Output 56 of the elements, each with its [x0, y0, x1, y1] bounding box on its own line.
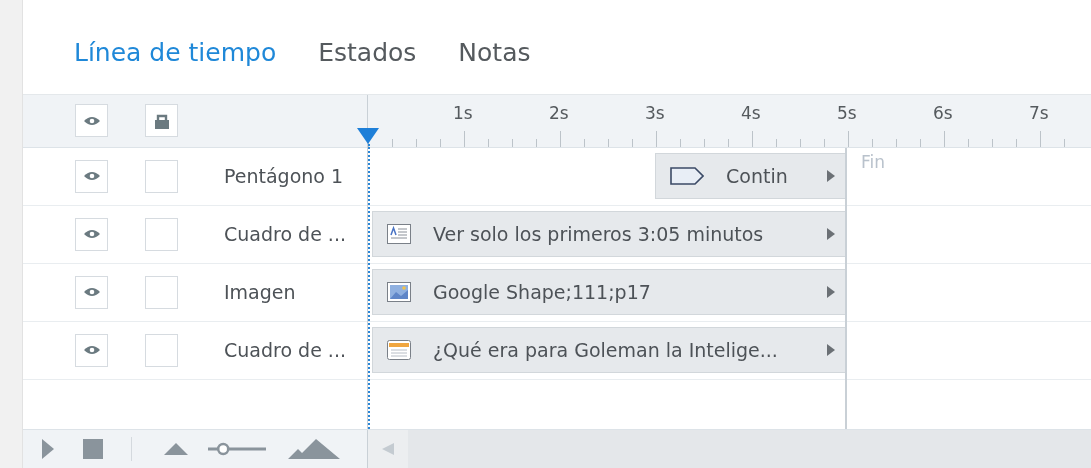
- expand-arrow-icon[interactable]: [827, 286, 835, 299]
- slider-thumb[interactable]: [216, 442, 230, 456]
- visibility-toggle[interactable]: [75, 333, 108, 367]
- playhead-marker[interactable]: [357, 127, 379, 144]
- left-arrow-icon: [382, 443, 394, 456]
- layer-name[interactable]: Imagen: [224, 281, 296, 304]
- end-label: Fin: [861, 151, 886, 172]
- layer-name[interactable]: Pentágono 1: [224, 165, 344, 188]
- eye-icon: [82, 344, 101, 357]
- stop-icon[interactable]: [83, 439, 103, 460]
- ruler-label: 2s: [549, 102, 569, 123]
- visibility-toggle[interactable]: [75, 159, 108, 193]
- visibility-toggle[interactable]: [75, 104, 108, 138]
- text-box-icon: [387, 224, 411, 245]
- timeline-bar[interactable]: Contin: [655, 153, 846, 200]
- lock-checkbox[interactable]: [145, 275, 178, 309]
- lock-checkbox[interactable]: [145, 159, 178, 193]
- tab[interactable]: Estados: [307, 38, 428, 68]
- time-ruler[interactable]: 1s 2s 3s 4s 5s 6s 7s: [368, 94, 1091, 148]
- timeline-bar[interactable]: Ver solo los primeros 3:05 minutos: [372, 211, 846, 258]
- ruler-label: 7s: [1029, 102, 1049, 123]
- lock-checkbox[interactable]: [145, 217, 178, 251]
- ruler-label: 1s: [453, 102, 473, 123]
- ruler-label: 4s: [741, 102, 761, 123]
- eye-icon: [82, 286, 101, 299]
- expand-arrow-icon[interactable]: [827, 344, 835, 357]
- tab[interactable]: Notas: [447, 38, 542, 68]
- ruler-label: 6s: [933, 102, 953, 123]
- zoom-in-icon[interactable]: [288, 439, 340, 460]
- ruler-label: 3s: [645, 102, 665, 123]
- timeline-bar[interactable]: Google Shape;111;p17: [372, 269, 846, 316]
- eye-icon: [82, 170, 101, 183]
- visibility-toggle[interactable]: [75, 217, 108, 251]
- layer-name[interactable]: Cuadro de ...: [224, 339, 346, 362]
- play-icon[interactable]: [42, 439, 54, 460]
- bar-label: Ver solo los primeros 3:05 minutos: [433, 223, 765, 246]
- timeline-bar[interactable]: ¿Qué era para Goleman la Intelige...: [372, 327, 846, 374]
- lock-icon: [153, 112, 170, 129]
- image-icon: [387, 282, 411, 303]
- zoom-out-icon[interactable]: [164, 443, 188, 456]
- zoom-slider[interactable]: [208, 442, 266, 457]
- ruler-label: 5s: [837, 102, 857, 123]
- eye-icon: [82, 228, 101, 241]
- eye-icon: [82, 114, 101, 127]
- tag-shape-icon: [670, 167, 704, 186]
- visibility-toggle[interactable]: [75, 275, 108, 309]
- expand-arrow-icon[interactable]: [827, 170, 835, 183]
- caption-icon: [387, 340, 411, 361]
- lock-toggle[interactable]: [145, 104, 178, 138]
- lock-checkbox[interactable]: [145, 333, 178, 367]
- bar-label: ¿Qué era para Goleman la Intelige...: [433, 339, 779, 362]
- tab[interactable]: Línea de tiempo: [63, 38, 288, 68]
- bar-label: Google Shape;111;p17: [433, 281, 652, 304]
- expand-arrow-icon[interactable]: [827, 228, 835, 241]
- bar-label: Contin: [726, 165, 789, 188]
- layer-name[interactable]: Cuadro de ...: [224, 223, 346, 246]
